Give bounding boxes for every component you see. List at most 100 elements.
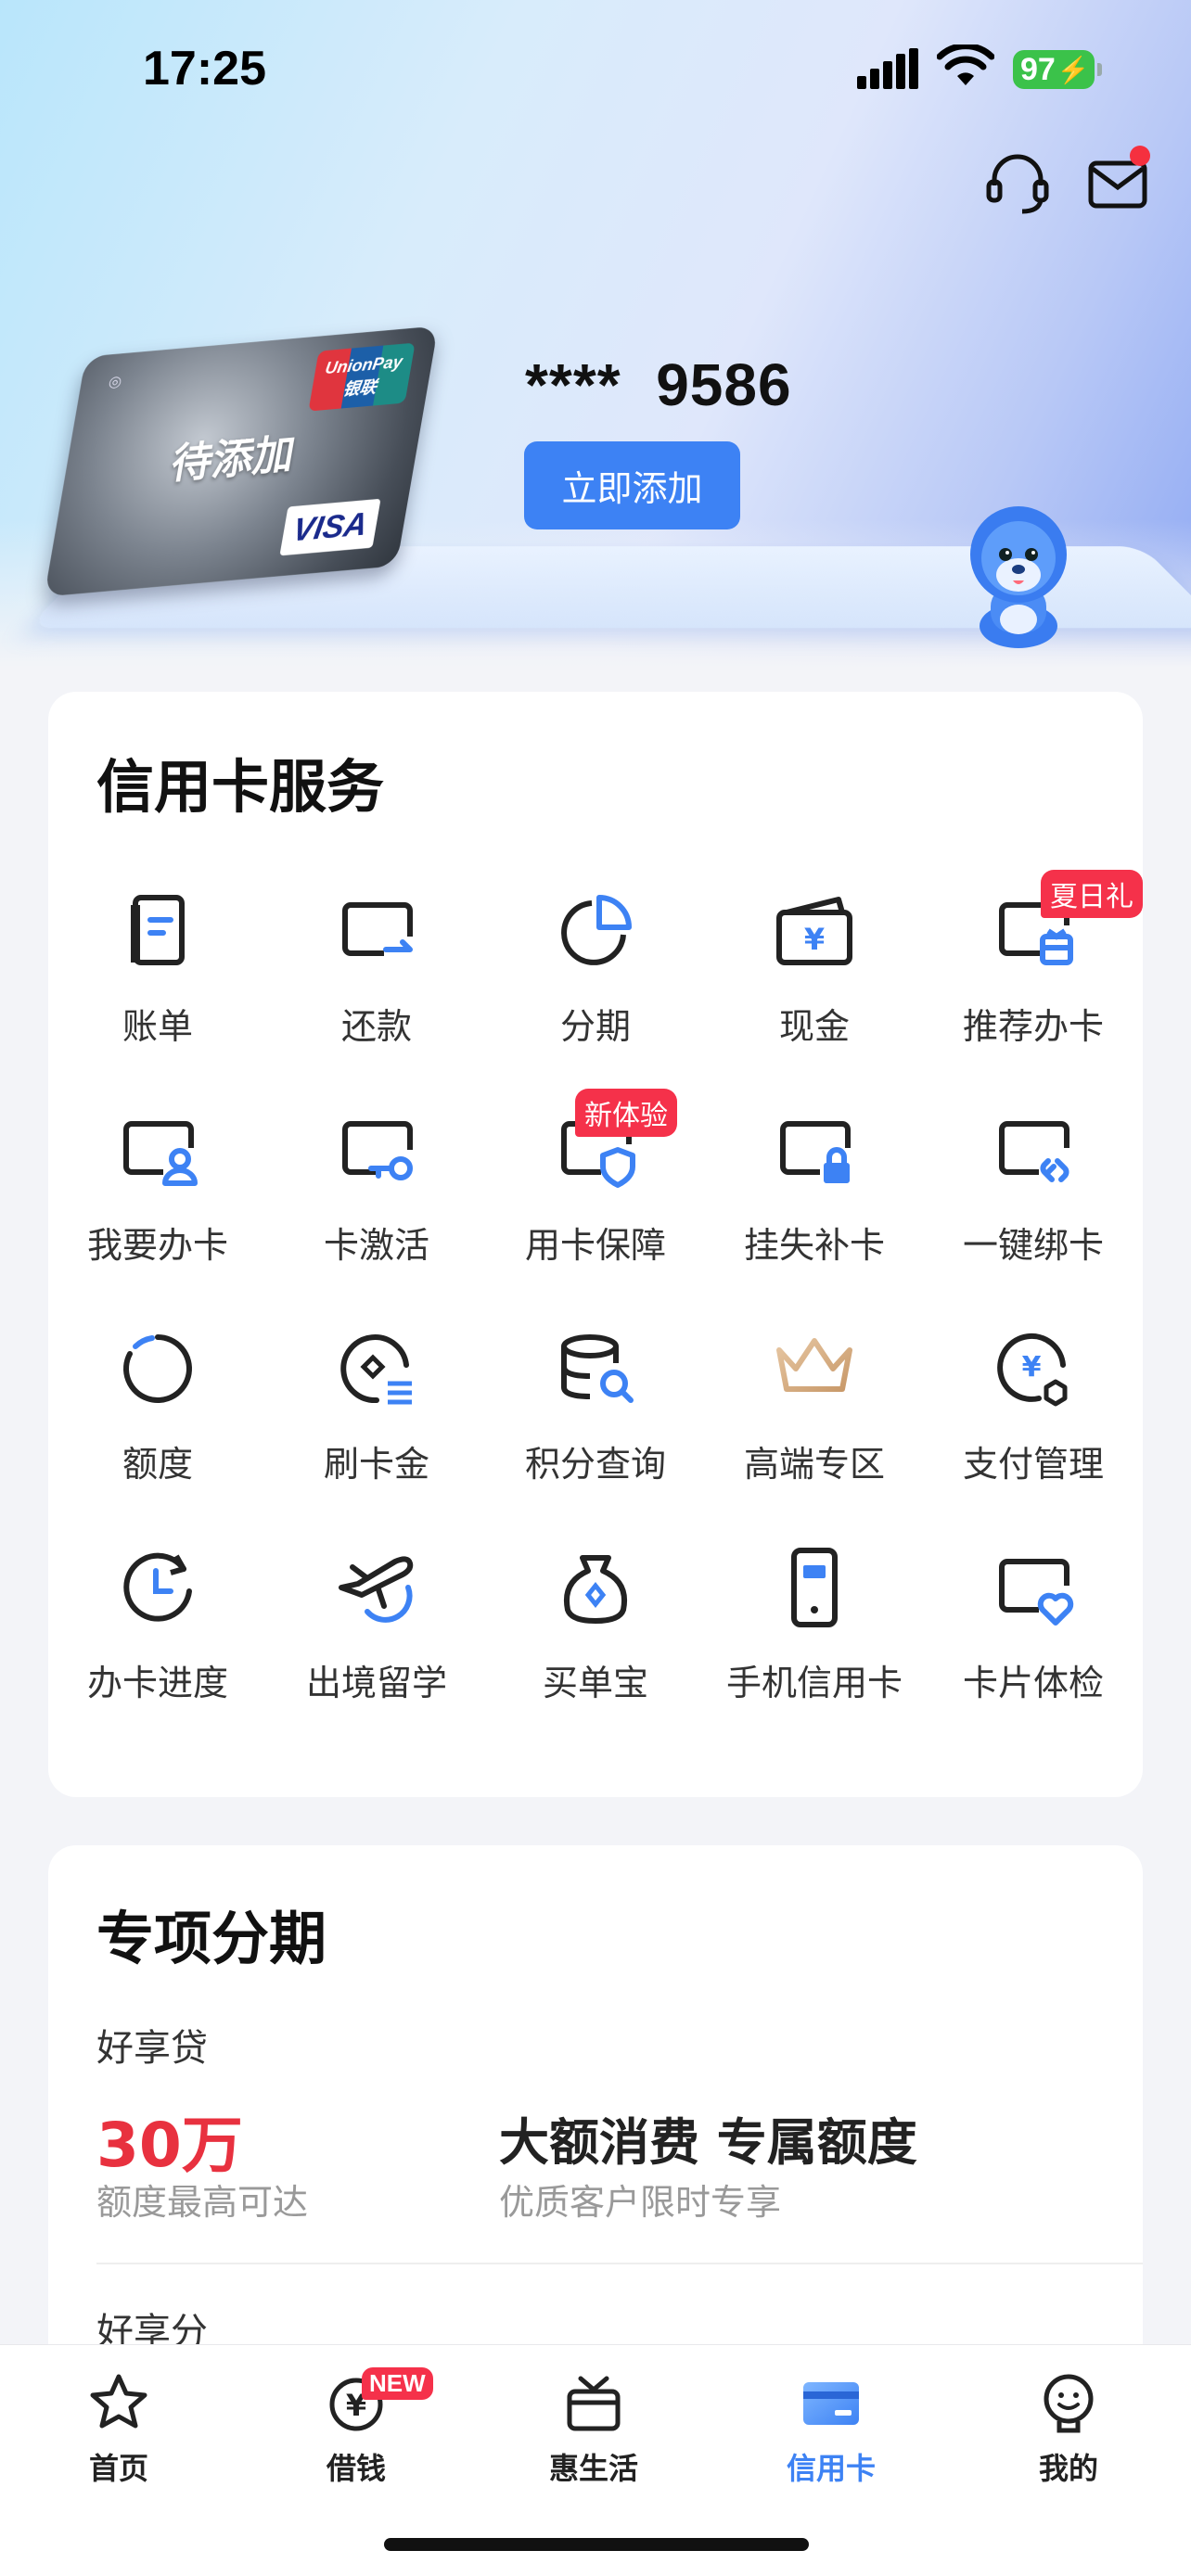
bank-logo-icon: ◎ [107, 372, 123, 391]
service-label: 卡激活 [323, 1225, 429, 1266]
product-amount[interactable]: 30万 [96, 2096, 243, 2185]
card-number: **** 9586 [525, 351, 792, 418]
service-repay[interactable]: 还款 [267, 885, 486, 1070]
points-search-icon [561, 1334, 634, 1403]
service-activate-card[interactable]: 卡激活 [267, 1103, 486, 1289]
service-label: 额度 [122, 1444, 193, 1485]
new-badge: NEW [362, 2367, 433, 2400]
service-limit[interactable]: 额度 [48, 1322, 267, 1508]
tab-life[interactable]: 惠生活 [475, 2369, 712, 2508]
divider [96, 2263, 1143, 2264]
service-bill[interactable]: 账单 [48, 885, 267, 1070]
visa-logo: VISA [279, 498, 381, 556]
progress-clock-icon [123, 1552, 192, 1622]
svg-text:¥: ¥ [804, 922, 825, 957]
service-label: 一键绑卡 [962, 1225, 1104, 1266]
service-label: 卡片体检 [962, 1663, 1104, 1703]
card-health-icon [999, 1559, 1074, 1626]
apply-card-icon [123, 1121, 198, 1186]
service-recommend-card[interactable]: 推荐办卡 夏日礼 [924, 870, 1143, 1070]
service-study-abroad[interactable]: 出境留学 [267, 1541, 486, 1727]
cellular-signal-icon [857, 48, 918, 89]
service-label: 还款 [340, 1006, 412, 1047]
installment-title: 专项分期 [96, 1905, 327, 1972]
product-amount-sub: 额度最高可达 [96, 2182, 309, 2223]
battery-level: 97 [1020, 51, 1056, 87]
plane-icon [339, 1556, 414, 1623]
service-label: 积分查询 [524, 1444, 666, 1485]
services-grid: 账单 还款 分期 ¥ 现金 推荐办卡 夏日礼 我要办卡 卡激活 用卡保障 新体验… [48, 692, 1143, 1797]
service-label: 出境留学 [305, 1663, 447, 1703]
home-indicator [384, 2538, 809, 2551]
tab-label: 借钱 [326, 2451, 386, 2486]
pie-icon [561, 895, 632, 965]
tab-home[interactable]: 首页 [0, 2369, 237, 2508]
card-pending-label: 待添加 [168, 429, 300, 489]
status-bar: 17:25 97 ⚡ [0, 0, 1191, 139]
service-mobile-credit-card[interactable]: 手机信用卡 [705, 1541, 924, 1727]
phone-card-icon [791, 1548, 838, 1627]
swipe-bonus-icon [340, 1334, 412, 1405]
tab-credit-card[interactable]: 信用卡 [712, 2369, 950, 2508]
cash-wallet-icon: ¥ [776, 897, 852, 965]
gift-box-icon [567, 2376, 621, 2431]
money-bag-icon [564, 1555, 627, 1624]
service-label: 挂失补卡 [743, 1225, 885, 1266]
new-experience-tag: 新体验 [575, 1089, 677, 1137]
service-installment[interactable]: 分期 [486, 885, 705, 1070]
service-label: 支付管理 [962, 1444, 1104, 1485]
service-cash[interactable]: ¥ 现金 [705, 885, 924, 1070]
tab-label: 首页 [88, 2451, 148, 2486]
service-bind-card[interactable]: 一键绑卡 [924, 1103, 1143, 1289]
service-apply-card[interactable]: 我要办卡 [48, 1103, 267, 1289]
service-points-query[interactable]: 积分查询 [486, 1322, 705, 1508]
product-headline-sub: 优质客户限时专享 [499, 2182, 782, 2223]
summer-gift-tag: 夏日礼 [1041, 870, 1143, 918]
service-label: 办卡进度 [86, 1663, 228, 1703]
service-payment-manage[interactable]: ¥ 支付管理 [924, 1322, 1143, 1508]
tab-mine[interactable]: 我的 [950, 2369, 1187, 2508]
svg-text:¥: ¥ [1022, 1351, 1042, 1384]
service-card-checkup[interactable]: 卡片体检 [924, 1541, 1143, 1727]
service-report-loss[interactable]: 挂失补卡 [705, 1103, 924, 1289]
service-apply-progress[interactable]: 办卡进度 [48, 1541, 267, 1727]
battery-indicator: 97 ⚡ [1013, 50, 1102, 89]
bill-icon [131, 895, 185, 965]
unionpay-logo: UnionPay 银联 [308, 342, 416, 412]
product-headline[interactable]: 大额消费 专属额度 [499, 2101, 917, 2174]
service-label: 推荐办卡 [962, 1006, 1104, 1047]
activate-card-icon [342, 1121, 413, 1180]
tab-label: 我的 [1038, 2451, 1098, 2486]
star-icon [90, 2374, 147, 2429]
smile-face-icon [1044, 2374, 1094, 2433]
tab-borrow[interactable]: ¥ NEW 借钱 [237, 2367, 475, 2508]
tab-label: 惠生活 [548, 2451, 638, 2486]
service-label: 刷卡金 [323, 1444, 429, 1485]
unionpay-cn-text: 银联 [341, 376, 378, 400]
service-pay-treasure[interactable]: 买单宝 [486, 1541, 705, 1727]
payment-manage-icon: ¥ [997, 1333, 1068, 1407]
service-premium-zone[interactable]: 高端专区 [705, 1322, 924, 1508]
service-label: 用卡保障 [524, 1225, 666, 1266]
service-card-protection[interactable]: 用卡保障 新体验 [486, 1089, 705, 1289]
crown-icon [776, 1338, 852, 1403]
card-lock-icon [780, 1121, 851, 1183]
status-time: 17:25 [143, 42, 266, 96]
product-name-haoxiangdai[interactable]: 好享贷 [96, 2018, 208, 2072]
repay-icon [342, 902, 413, 956]
service-label: 我要办卡 [86, 1225, 228, 1266]
add-card-button[interactable]: 立即添加 [524, 441, 740, 529]
placeholder-card[interactable]: ◎ UnionPay 银联 待添加 VISA [44, 325, 439, 597]
limit-ring-icon [123, 1334, 192, 1403]
wifi-icon [937, 45, 994, 85]
headset-icon[interactable] [985, 150, 1050, 215]
service-label: 分期 [559, 1006, 631, 1047]
service-label: 高端专区 [743, 1444, 885, 1485]
lion-mascot-icon [970, 506, 1067, 648]
credit-card-services-panel: 信用卡服务 账单 还款 分期 ¥ 现金 推荐办卡 夏日礼 我要办卡 卡激活 用卡… [48, 692, 1143, 1797]
unread-dot [1130, 146, 1150, 166]
service-label: 手机信用卡 [725, 1663, 903, 1703]
credit-card-icon [803, 2382, 859, 2425]
service-swipe-bonus[interactable]: 刷卡金 [267, 1322, 486, 1508]
service-label: 账单 [122, 1006, 193, 1047]
